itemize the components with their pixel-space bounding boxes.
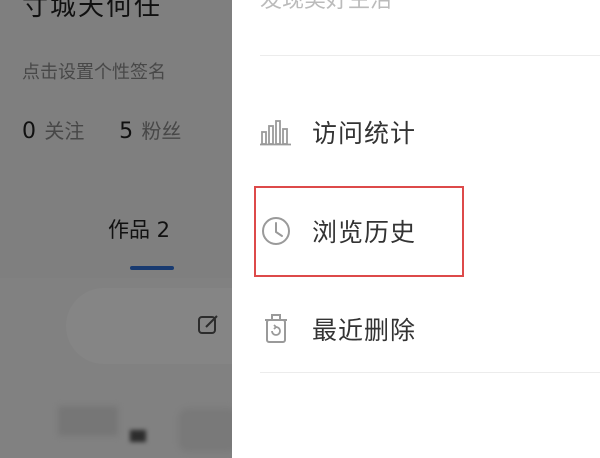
dim-overlay[interactable]: [0, 0, 232, 458]
bar-chart-icon: [260, 116, 292, 148]
menu-item-visit-stats[interactable]: 访问统计: [260, 107, 416, 157]
menu-item-label: 访问统计: [312, 119, 417, 148]
menu-item-recently-deleted[interactable]: 最近删除: [260, 304, 416, 354]
divider: [260, 372, 600, 373]
divider: [260, 55, 600, 56]
menu-item-label: 最近删除: [312, 316, 417, 345]
trash-icon: [260, 313, 292, 345]
drawer-top-item[interactable]: 发现美好生活: [260, 0, 392, 14]
screen: 寸城天何任 点击设置个性签名 0 关注 5 粉丝 作品 2 发现美好生活 访问统…: [0, 0, 600, 458]
highlight-box: [254, 186, 464, 277]
